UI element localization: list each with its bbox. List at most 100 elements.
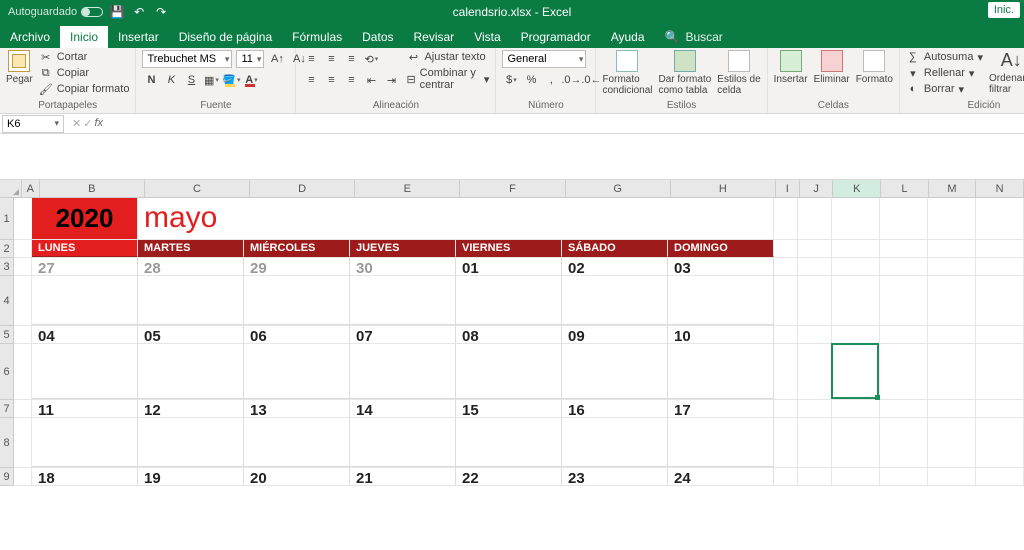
save-icon[interactable]: 💾: [109, 4, 125, 20]
tab-archivo[interactable]: Archivo: [0, 26, 60, 48]
col-header-I[interactable]: I: [776, 180, 800, 197]
cell-A7[interactable]: [14, 400, 32, 417]
grid[interactable]: 2020mayoLUNESMARTESMIÉRCOLESJUEVESVIERNE…: [14, 198, 1024, 486]
col-header-N[interactable]: N: [976, 180, 1024, 197]
cell-I1[interactable]: [774, 198, 798, 239]
cell-N5[interactable]: [976, 326, 1024, 343]
comma-format-button[interactable]: ,: [542, 71, 560, 89]
cell-N2[interactable]: [976, 240, 1024, 257]
cell-M4[interactable]: [928, 276, 976, 325]
cell-H5[interactable]: 10: [668, 326, 774, 343]
accounting-format-button[interactable]: $: [502, 71, 520, 89]
cell-J4[interactable]: [798, 276, 832, 325]
cell-B9[interactable]: 18: [32, 468, 138, 485]
cell-L3[interactable]: [880, 258, 928, 275]
cell-E7[interactable]: 14: [350, 400, 456, 417]
cell-G5[interactable]: 09: [562, 326, 668, 343]
cell-F3[interactable]: 01: [456, 258, 562, 275]
cell-I8[interactable]: [774, 418, 798, 467]
cell-H4[interactable]: [668, 276, 774, 325]
tab-vista[interactable]: Vista: [464, 26, 510, 48]
cell-N7[interactable]: [976, 400, 1024, 417]
cell-F5[interactable]: 08: [456, 326, 562, 343]
col-header-F[interactable]: F: [460, 180, 565, 197]
signin-button[interactable]: Inic.: [988, 2, 1020, 18]
cell-F6[interactable]: [456, 344, 562, 399]
cell-I5[interactable]: [774, 326, 798, 343]
paste-button[interactable]: Pegar: [6, 50, 33, 85]
underline-button[interactable]: S: [182, 71, 200, 89]
cell-I2[interactable]: [774, 240, 798, 257]
align-middle-button[interactable]: ≡: [322, 50, 340, 68]
bold-button[interactable]: N: [142, 71, 160, 89]
cancel-formula-icon[interactable]: ✕: [72, 117, 81, 130]
cell-D6[interactable]: [244, 344, 350, 399]
fill-color-button[interactable]: 🪣: [222, 71, 240, 89]
cell-B4[interactable]: [32, 276, 138, 325]
col-header-G[interactable]: G: [566, 180, 671, 197]
copy-button[interactable]: ⧉Copiar: [39, 66, 130, 80]
cell-K9[interactable]: [832, 468, 880, 485]
cell-J9[interactable]: [798, 468, 832, 485]
cell-M1[interactable]: [928, 198, 976, 239]
cell-G9[interactable]: 23: [562, 468, 668, 485]
increase-font-button[interactable]: A↑: [268, 50, 286, 68]
cell-styles-button[interactable]: Estilos de celda: [717, 50, 760, 96]
cell-J6[interactable]: [798, 344, 832, 399]
col-header-E[interactable]: E: [355, 180, 460, 197]
cell-H3[interactable]: 03: [668, 258, 774, 275]
row-header-4[interactable]: 4: [0, 276, 14, 326]
col-header-L[interactable]: L: [881, 180, 929, 197]
cell-M2[interactable]: [928, 240, 976, 257]
fill-button[interactable]: ▾Rellenar ▾: [906, 66, 983, 80]
cell-L5[interactable]: [880, 326, 928, 343]
cell-D4[interactable]: [244, 276, 350, 325]
increase-decimal-button[interactable]: .0→: [562, 71, 580, 89]
cell-H6[interactable]: [668, 344, 774, 399]
wrap-text-button[interactable]: ↩Ajustar texto: [406, 50, 489, 64]
undo-icon[interactable]: ↶: [131, 4, 147, 20]
cell-A3[interactable]: [14, 258, 32, 275]
cell-M6[interactable]: [928, 344, 976, 399]
align-bottom-button[interactable]: ≡: [342, 50, 360, 68]
fx-icon[interactable]: fx: [94, 117, 103, 130]
redo-icon[interactable]: ↷: [153, 4, 169, 20]
cell-G4[interactable]: [562, 276, 668, 325]
cell-F8[interactable]: [456, 418, 562, 467]
cut-button[interactable]: ✂Cortar: [39, 50, 130, 64]
cell-A4[interactable]: [14, 276, 32, 325]
cell-J5[interactable]: [798, 326, 832, 343]
cell-B5[interactable]: 04: [32, 326, 138, 343]
cell-D5[interactable]: 06: [244, 326, 350, 343]
cell-E6[interactable]: [350, 344, 456, 399]
cell-I6[interactable]: [774, 344, 798, 399]
cell-A5[interactable]: [14, 326, 32, 343]
cell-D8[interactable]: [244, 418, 350, 467]
row-header-3[interactable]: 3: [0, 258, 14, 276]
cell-K2[interactable]: [832, 240, 880, 257]
cell-L2[interactable]: [880, 240, 928, 257]
cell-K7[interactable]: [832, 400, 880, 417]
cell-H9[interactable]: 24: [668, 468, 774, 485]
cell-L6[interactable]: [880, 344, 928, 399]
cell-J8[interactable]: [798, 418, 832, 467]
tab-inicio[interactable]: Inicio: [60, 26, 108, 48]
conditional-format-button[interactable]: Formato condicional: [602, 50, 652, 96]
cell-N3[interactable]: [976, 258, 1024, 275]
cell-E4[interactable]: [350, 276, 456, 325]
align-right-button[interactable]: ≡: [342, 71, 360, 89]
row-header-6[interactable]: 6: [0, 344, 14, 400]
cell-A9[interactable]: [14, 468, 32, 485]
cell-D7[interactable]: 13: [244, 400, 350, 417]
cell-F9[interactable]: 22: [456, 468, 562, 485]
decrease-indent-button[interactable]: ⇤: [362, 71, 380, 89]
cell-H8[interactable]: [668, 418, 774, 467]
cell-C4[interactable]: [138, 276, 244, 325]
tab-diseno[interactable]: Diseño de página: [169, 26, 282, 48]
cell-C7[interactable]: 12: [138, 400, 244, 417]
font-name-combo[interactable]: Trebuchet MS: [142, 50, 232, 68]
cell-M8[interactable]: [928, 418, 976, 467]
tab-formulas[interactable]: Fórmulas: [282, 26, 352, 48]
align-top-button[interactable]: ≡: [302, 50, 320, 68]
col-header-B[interactable]: B: [40, 180, 145, 197]
